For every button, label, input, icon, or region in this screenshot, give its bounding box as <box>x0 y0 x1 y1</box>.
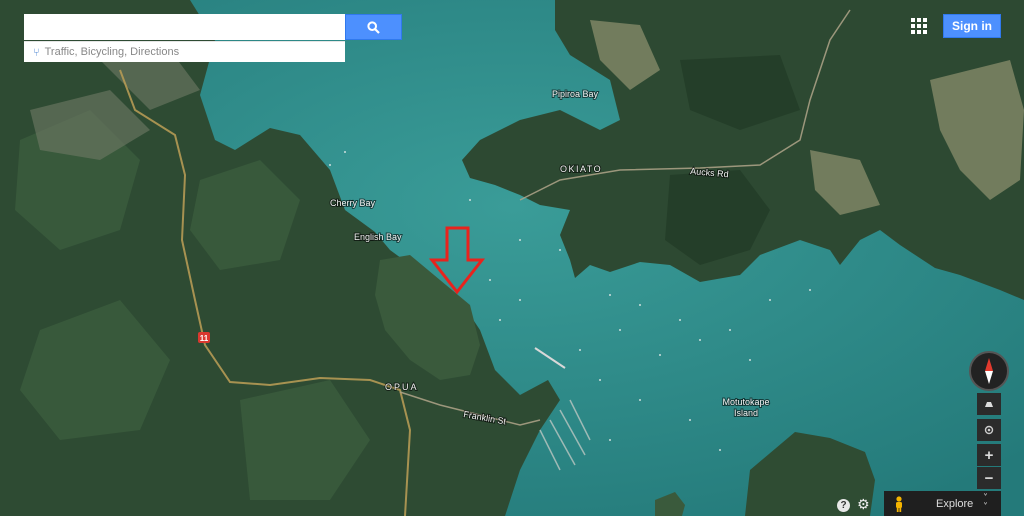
search-suggestion-label: Traffic, Bicycling, Directions <box>44 46 180 58</box>
search-input[interactable] <box>24 14 345 40</box>
label-okiato: OKIATO <box>560 164 602 174</box>
zoom-out-button[interactable]: − <box>977 467 1001 489</box>
explore-bar[interactable]: Explore ˅ ˅ <box>884 491 1001 516</box>
compass-icon <box>985 358 993 384</box>
label-opua: OPUA <box>385 382 419 392</box>
apps-grid-icon <box>911 18 915 22</box>
apps-grid-dot <box>923 24 927 28</box>
apps-grid-dot <box>917 24 921 28</box>
label-motutokape-2: Island <box>734 408 758 418</box>
explore-label: Explore <box>936 498 974 510</box>
label-english-bay: English Bay <box>354 232 402 242</box>
settings-gear-icon[interactable]: ⚙ <box>857 497 870 513</box>
route-shield-label: 11 <box>200 334 209 343</box>
search-suggestion[interactable]: ⑂ Traffic, Bicycling, Directions <box>24 41 345 62</box>
apps-grid-dot <box>923 18 927 22</box>
label-pipiroa-bay: Pipiroa Bay <box>552 89 599 99</box>
search-box: ⑂ Traffic, Bicycling, Directions <box>24 14 402 62</box>
search-icon <box>367 20 380 34</box>
my-location-button[interactable] <box>977 419 1001 441</box>
search-button[interactable] <box>345 14 402 40</box>
pegman-icon[interactable] <box>894 496 904 512</box>
sign-in-button[interactable]: Sign in <box>943 14 1001 38</box>
apps-grid-dot <box>923 30 927 34</box>
satellite-map[interactable]: 11 Pipiroa Bay OKIATO Aucks Rd Cherry Ba… <box>0 0 1024 516</box>
tilt-button[interactable] <box>977 393 1001 415</box>
apps-grid-dot <box>917 30 921 34</box>
expand-chevron-icon[interactable]: ˅ ˅ <box>983 494 988 513</box>
label-motutokape-1: Motutokape <box>722 397 769 407</box>
zoom-in-button[interactable]: + <box>977 444 1001 466</box>
compass-button[interactable] <box>969 351 1009 391</box>
directions-icon: ⑂ <box>33 45 40 59</box>
apps-grid-button[interactable] <box>911 18 927 34</box>
apps-grid-dot <box>911 30 915 34</box>
tilt-icon <box>985 402 993 407</box>
label-cherry-bay: Cherry Bay <box>330 198 376 208</box>
apps-grid-dot <box>917 18 921 22</box>
help-button[interactable]: ? <box>837 499 850 512</box>
my-location-icon <box>984 425 994 435</box>
apps-grid-dot <box>911 24 915 28</box>
